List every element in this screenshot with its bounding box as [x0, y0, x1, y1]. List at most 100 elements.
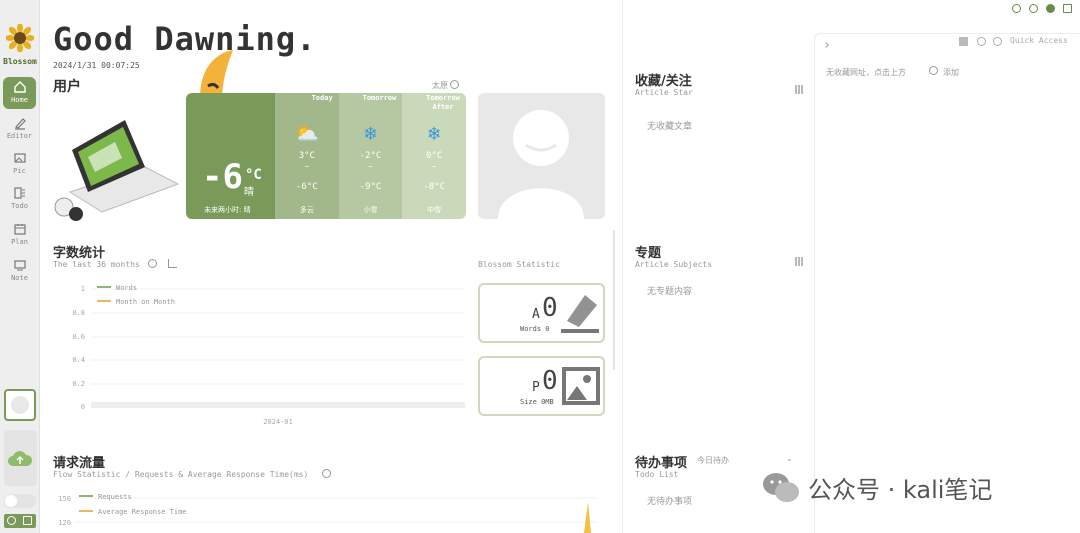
- traffic-subtitle: Flow Statistic / Requests & Average Resp…: [53, 470, 309, 479]
- top-toolbar: [1012, 4, 1072, 13]
- sidebar-item-label: Pic: [13, 167, 26, 175]
- forecast-low: -6°C: [295, 182, 318, 192]
- word-stats-title: 字数统计: [53, 246, 106, 261]
- laptop-illustration: [54, 120, 180, 221]
- highlighter-icon: [561, 295, 599, 333]
- todo-icon: [13, 187, 25, 199]
- refresh-icon[interactable]: [148, 259, 157, 268]
- range-separator: ~: [304, 163, 309, 171]
- range-separator: ~: [368, 163, 373, 171]
- temperature-unit: °C: [245, 167, 262, 183]
- chevron-right-icon[interactable]: ›: [823, 38, 831, 53]
- stat-prefix: A: [532, 307, 540, 322]
- forecast-note: 未来两小时: 晴: [204, 206, 251, 214]
- word-stats-subtitle: The last 36 months: [53, 260, 140, 269]
- weather-card: -6 °C 晴 未来两小时: 晴 Today ⛅ 3°C ~ -6°C 多云 T…: [186, 93, 466, 219]
- cloud-upload-icon: [8, 451, 33, 466]
- add-icon[interactable]: [977, 37, 986, 46]
- x-tick: 2024-01: [263, 418, 293, 426]
- snowflake-icon: ❄: [364, 121, 377, 145]
- y-tick: 150: [58, 495, 71, 503]
- refresh-icon[interactable]: [322, 469, 331, 478]
- stat-label: Words 0: [520, 325, 550, 333]
- theme-toggle[interactable]: [4, 494, 36, 508]
- sidebar-item-label: Note: [11, 274, 28, 282]
- weather-location: 太原: [432, 81, 448, 90]
- forecast-after-tomorrow: Tomorrow After ❄ 0°C ~ -8°C 中雪: [402, 93, 466, 219]
- status-icon[interactable]: [1046, 4, 1055, 13]
- grid-icon[interactable]: [795, 85, 804, 94]
- chart-icon[interactable]: [168, 259, 177, 268]
- grid-icon[interactable]: [795, 257, 804, 266]
- globe-icon[interactable]: [1029, 4, 1038, 13]
- forecast-high: 0°C: [426, 151, 443, 161]
- user-avatar[interactable]: [4, 389, 36, 421]
- user-label: 用户: [53, 79, 81, 95]
- y-tick: 0.2: [72, 380, 85, 388]
- logo-label: Blossom: [3, 57, 37, 66]
- refresh-icon[interactable]: [450, 80, 459, 89]
- y-tick: 120: [58, 519, 71, 527]
- todo-subtitle: Todo List: [635, 470, 679, 479]
- y-tick: 0: [81, 403, 85, 411]
- note-icon: [13, 260, 26, 271]
- sidebar-item-editor[interactable]: Editor: [3, 113, 36, 145]
- legend-mom: Month on Month: [116, 298, 175, 306]
- words-stat-card[interactable]: A 0 Words 0: [478, 283, 605, 343]
- layout-icon[interactable]: [1063, 4, 1072, 13]
- sunflower-logo-icon[interactable]: [6, 24, 34, 52]
- quick-access-label: Quick Access: [1010, 36, 1068, 45]
- settings-icon[interactable]: [7, 516, 16, 525]
- add-icon[interactable]: [929, 66, 938, 75]
- sidebar: Blossom Home Editor Pic Todo Plan Note: [0, 0, 40, 533]
- profile-image[interactable]: [478, 93, 605, 219]
- forecast-low: -9°C: [359, 182, 382, 192]
- forecast-condition: 小雪: [363, 206, 378, 214]
- range-separator: ~: [432, 163, 437, 171]
- settings-icon[interactable]: [993, 37, 1002, 46]
- upload-button[interactable]: [4, 430, 37, 486]
- column-divider: [622, 0, 623, 533]
- y-tick: 0.4: [72, 356, 85, 364]
- snowflake-icon: ❄: [428, 121, 441, 145]
- legend-words: Words: [116, 284, 137, 292]
- quick-access-panel: › Quick Access 无收藏网址，点击上方 添加: [814, 33, 1080, 533]
- todo-filter[interactable]: 今日待办: [697, 455, 729, 466]
- y-tick: 0.6: [72, 333, 85, 341]
- tool-buttons: [4, 514, 36, 528]
- current-temperature: -6: [202, 157, 243, 197]
- bell-icon[interactable]: [1012, 4, 1021, 13]
- forecast-high: 3°C: [298, 151, 315, 161]
- sidebar-item-pic[interactable]: Pic: [3, 148, 36, 180]
- crop-icon[interactable]: [23, 516, 32, 525]
- sidebar-item-plan[interactable]: Plan: [3, 219, 36, 251]
- sidebar-item-note[interactable]: Note: [3, 255, 36, 287]
- calendar-icon: [13, 224, 26, 235]
- scrollbar[interactable]: [613, 230, 615, 370]
- forecast-day: Today: [311, 94, 333, 102]
- todo-title: 待办事项: [635, 456, 688, 471]
- blossom-stats-title: Blossom Statistic: [478, 260, 560, 269]
- grid-icon[interactable]: [959, 37, 968, 46]
- current-condition: 晴: [244, 187, 254, 198]
- forecast-high: -2°C: [359, 151, 382, 161]
- y-tick: 1: [81, 285, 85, 293]
- avatar-placeholder-icon: [498, 110, 584, 219]
- pictures-stat-card[interactable]: P 0 Size 0MB: [478, 356, 605, 416]
- y-tick: 0.8: [72, 309, 85, 317]
- quick-access-add[interactable]: 添加: [943, 67, 959, 78]
- chevron-down-icon[interactable]: ⌄: [786, 454, 793, 463]
- sidebar-item-home[interactable]: Home: [3, 77, 36, 109]
- forecast-day: Tomorrow After: [426, 94, 460, 111]
- legend-response-time: Average Response Time: [98, 508, 187, 516]
- watermark: 公众号 · kali笔记: [762, 470, 992, 505]
- editor-icon: [14, 118, 26, 130]
- partly-cloudy-icon: ⛅: [294, 121, 320, 145]
- subjects-subtitle: Article Subjects: [635, 260, 713, 269]
- sidebar-item-label: Plan: [11, 238, 28, 246]
- sidebar-item-label: Todo: [11, 202, 28, 210]
- traffic-chart: 150 120 Requests Average Response Time: [58, 493, 598, 533]
- sidebar-item-todo[interactable]: Todo: [3, 183, 36, 215]
- stat-value: 0: [542, 293, 558, 323]
- legend-requests: Requests: [98, 493, 132, 501]
